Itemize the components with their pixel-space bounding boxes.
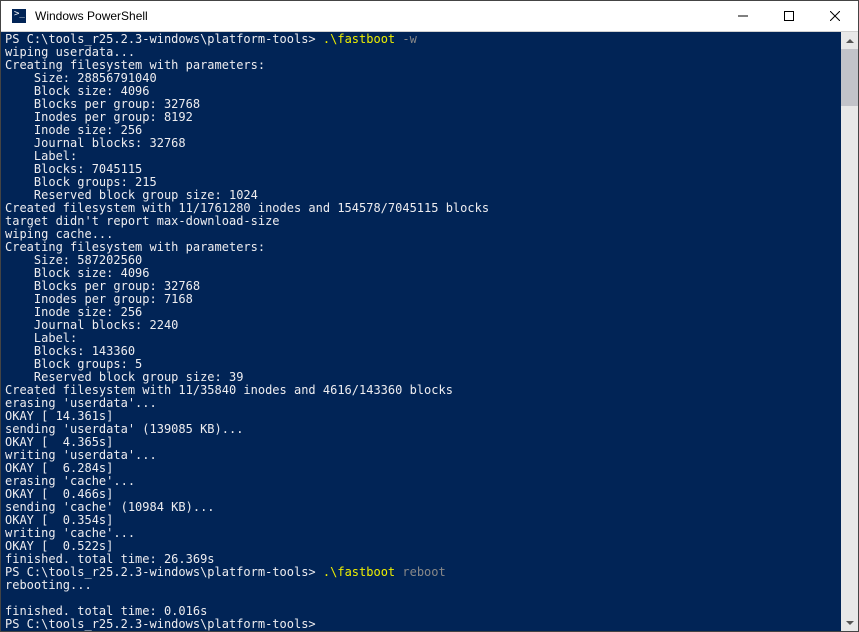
output-line: OKAY [ 0.466s] — [5, 487, 113, 501]
output-line: Creating filesystem with parameters: — [5, 240, 265, 254]
window-title: Windows PowerShell — [35, 9, 720, 23]
vertical-scrollbar[interactable] — [841, 32, 858, 631]
output-line: Journal blocks: 32768 — [5, 136, 186, 150]
close-button[interactable] — [812, 1, 858, 31]
output-line: Inode size: 256 — [5, 123, 142, 137]
output-line: erasing 'userdata'... — [5, 396, 157, 410]
window-titlebar: Windows PowerShell — [1, 1, 858, 32]
output-line: wiping cache... — [5, 227, 113, 241]
maximize-button[interactable] — [766, 1, 812, 31]
output-line: Created filesystem with 11/35840 inodes … — [5, 383, 453, 397]
output-line: Journal blocks: 2240 — [5, 318, 178, 332]
output-line: Reserved block group size: 39 — [5, 370, 243, 384]
output-line: Size: 28856791040 — [5, 71, 157, 85]
output-line: Label: — [5, 149, 77, 163]
output-line: Block size: 4096 — [5, 84, 150, 98]
output-line: Inodes per group: 7168 — [5, 292, 193, 306]
output-line: Blocks per group: 32768 — [5, 279, 200, 293]
output-line: writing 'cache'... — [5, 526, 135, 540]
output-line: sending 'cache' (10984 KB)... — [5, 500, 215, 514]
scrollbar-track[interactable] — [841, 49, 858, 614]
output-line: Blocks per group: 32768 — [5, 97, 200, 111]
output-line: Label: — [5, 331, 77, 345]
output-line: Size: 587202560 — [5, 253, 142, 267]
terminal-output[interactable]: PS C:\tools_r25.2.3-windows\platform-too… — [1, 32, 858, 631]
output-line: Reserved block group size: 1024 — [5, 188, 258, 202]
output-line: OKAY [ 14.361s] — [5, 409, 113, 423]
output-line: target didn't report max-download-size — [5, 214, 280, 228]
scroll-down-button[interactable] — [841, 614, 858, 631]
output-line: sending 'userdata' (139085 KB)... — [5, 422, 243, 436]
output-line: OKAY [ 0.522s] — [5, 539, 113, 553]
output-line: Blocks: 7045115 — [5, 162, 142, 176]
output-line: Inodes per group: 8192 — [5, 110, 193, 124]
output-line: OKAY [ 6.284s] — [5, 461, 113, 475]
powershell-icon — [11, 8, 27, 24]
output-line: rebooting... — [5, 578, 92, 592]
output-line: finished. total time: 0.016s — [5, 604, 207, 618]
output-line: OKAY [ 4.365s] — [5, 435, 113, 449]
output-line: erasing 'cache'... — [5, 474, 135, 488]
prompt-line: PS C:\tools_r25.2.3-windows\platform-too… — [5, 32, 417, 46]
minimize-button[interactable] — [720, 1, 766, 31]
output-line: OKAY [ 0.354s] — [5, 513, 113, 527]
output-line: wiping userdata... — [5, 45, 135, 59]
output-line: Blocks: 143360 — [5, 344, 135, 358]
terminal-area[interactable]: PS C:\tools_r25.2.3-windows\platform-too… — [1, 32, 858, 631]
output-line: Created filesystem with 11/1761280 inode… — [5, 201, 489, 215]
prompt-line: PS C:\tools_r25.2.3-windows\platform-too… — [5, 617, 316, 631]
scroll-up-button[interactable] — [841, 32, 858, 49]
window-controls — [720, 1, 858, 31]
output-line: Block groups: 5 — [5, 357, 142, 371]
output-line: Block groups: 215 — [5, 175, 157, 189]
output-line: writing 'userdata'... — [5, 448, 157, 462]
output-line: Creating filesystem with parameters: — [5, 58, 265, 72]
output-line: Block size: 4096 — [5, 266, 150, 280]
output-line: finished. total time: 26.369s — [5, 552, 215, 566]
scrollbar-thumb[interactable] — [841, 49, 858, 106]
prompt-line: PS C:\tools_r25.2.3-windows\platform-too… — [5, 565, 446, 579]
output-line: Inode size: 256 — [5, 305, 142, 319]
